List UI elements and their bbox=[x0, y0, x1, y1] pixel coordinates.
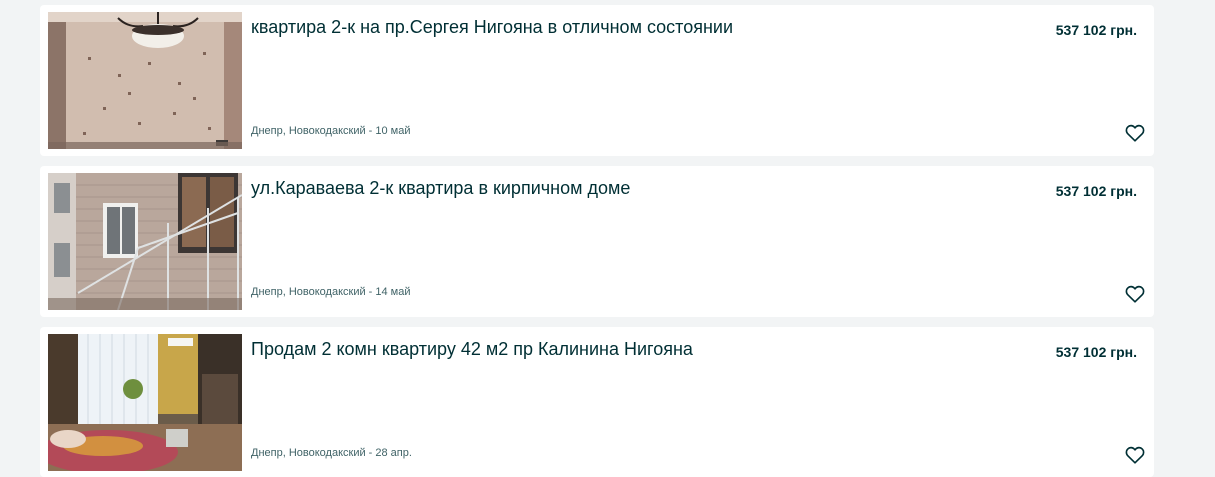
listing-location-date: Днепр, Новокодакский - 28 апр. bbox=[251, 447, 412, 459]
listing-card[interactable]: ул.Караваева 2-к квартира в кирпичном до… bbox=[40, 166, 1154, 317]
listing-price: 537 102 грн. bbox=[1055, 22, 1137, 38]
listing-page: квартира 2-к на пр.Сергея Нигояна в отли… bbox=[0, 0, 1215, 477]
heart-outline-icon[interactable] bbox=[1124, 122, 1146, 144]
listing-location-date: Днепр, Новокодакский - 10 май bbox=[251, 125, 411, 137]
listing-title[interactable]: ул.Караваева 2-к квартира в кирпичном до… bbox=[251, 177, 1011, 199]
listing-photo[interactable] bbox=[48, 334, 242, 471]
listing-photo[interactable] bbox=[48, 12, 242, 149]
listing-location-date: Днепр, Новокодакский - 14 май bbox=[251, 286, 411, 298]
listing-card[interactable]: Продам 2 комн квартиру 42 м2 пр Калинина… bbox=[40, 327, 1154, 477]
listing-card[interactable]: квартира 2-к на пр.Сергея Нигояна в отли… bbox=[40, 5, 1154, 156]
listing-price: 537 102 грн. bbox=[1055, 183, 1137, 199]
listing-title[interactable]: Продам 2 комн квартиру 42 м2 пр Калинина… bbox=[251, 338, 1011, 360]
listing-title[interactable]: квартира 2-к на пр.Сергея Нигояна в отли… bbox=[251, 16, 1011, 38]
listing-price: 537 102 грн. bbox=[1055, 344, 1137, 360]
heart-outline-icon[interactable] bbox=[1124, 444, 1146, 466]
heart-outline-icon[interactable] bbox=[1124, 283, 1146, 305]
listing-photo[interactable] bbox=[48, 173, 242, 310]
